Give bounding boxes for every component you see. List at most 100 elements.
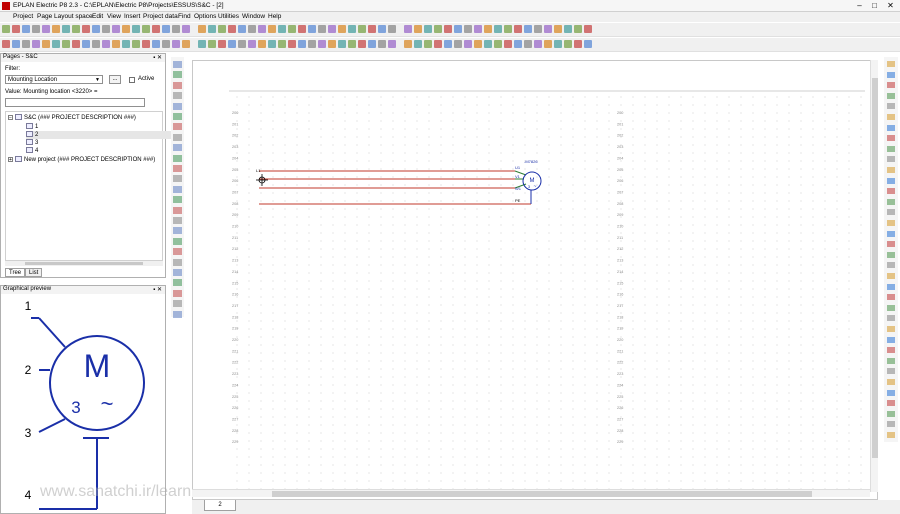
toolbar-tool-icon[interactable] [2, 25, 10, 33]
toolbar-tool-icon[interactable] [524, 40, 532, 48]
toolbar-tool-icon[interactable] [142, 40, 150, 48]
menu-utilities[interactable]: Utilities [218, 13, 239, 20]
toolbar-tool-icon[interactable] [574, 40, 582, 48]
toolbar-tool-icon[interactable] [173, 248, 182, 256]
collapse-icon[interactable]: − [8, 114, 13, 120]
toolbar-tool-icon[interactable] [454, 40, 462, 48]
toolbar-tool-icon[interactable] [444, 40, 452, 48]
tree-node-project[interactable]: + New project (### PROJECT DESCRIPTION ##… [8, 156, 155, 164]
toolbar-tool-icon[interactable] [182, 25, 190, 33]
toolbar-tool-icon[interactable] [238, 40, 246, 48]
maximize-button[interactable]: □ [867, 0, 882, 11]
toolbar-tool-icon[interactable] [887, 230, 895, 237]
toolbar-tool-icon[interactable] [887, 114, 895, 120]
toolbar-tool-icon[interactable] [198, 40, 206, 48]
toolbar-tool-icon[interactable] [887, 145, 895, 152]
toolbar-tool-icon[interactable] [887, 92, 895, 99]
toolbar-tool-icon[interactable] [414, 40, 422, 48]
toolbar-tool-icon[interactable] [173, 154, 182, 162]
toolbar-tool-icon[interactable] [173, 206, 182, 214]
toolbar-tool-icon[interactable] [22, 40, 30, 48]
toolbar-tool-icon[interactable] [474, 25, 482, 33]
toolbar-tool-icon[interactable] [378, 40, 386, 48]
toolbar-tool-icon[interactable] [318, 25, 326, 33]
toolbar-tool-icon[interactable] [887, 294, 895, 301]
filter-more-button[interactable]: ... [109, 75, 121, 84]
toolbar-tool-icon[interactable] [308, 25, 316, 33]
toolbar-tool-icon[interactable] [887, 167, 895, 173]
toolbar-tool-icon[interactable] [102, 40, 110, 48]
toolbar-tool-icon[interactable] [228, 25, 236, 33]
toolbar-tool-icon[interactable] [887, 135, 895, 142]
toolbar-tool-icon[interactable] [173, 196, 182, 204]
close-button[interactable]: ✕ [883, 0, 898, 11]
toolbar-tool-icon[interactable] [173, 81, 182, 89]
toolbar-tool-icon[interactable] [162, 40, 170, 48]
toolbar-tool-icon[interactable] [887, 156, 895, 163]
toolbar-tool-icon[interactable] [887, 251, 895, 258]
toolbar-tool-icon[interactable] [434, 25, 442, 33]
toolbar-tool-icon[interactable] [464, 40, 472, 48]
menu-help[interactable]: Help [268, 13, 281, 20]
panel-pin-close-icons[interactable]: ▪ ✕ [153, 286, 162, 293]
toolbar-tool-icon[interactable] [887, 326, 895, 332]
panel-pin-close-icons[interactable]: ▪ ✕ [153, 54, 162, 61]
menu-edit[interactable]: Edit [92, 13, 103, 20]
toolbar-tool-icon[interactable] [434, 40, 442, 48]
toolbar-tool-icon[interactable] [2, 40, 10, 48]
toolbar-tool-icon[interactable] [584, 25, 592, 33]
toolbar-tool-icon[interactable] [348, 25, 356, 33]
toolbar-tool-icon[interactable] [494, 25, 502, 33]
toolbar-tool-icon[interactable] [278, 40, 286, 48]
toolbar-tool-icon[interactable] [208, 25, 216, 33]
toolbar-tool-icon[interactable] [534, 25, 542, 33]
toolbar-tool-icon[interactable] [298, 25, 306, 33]
toolbar-tool-icon[interactable] [92, 25, 100, 33]
toolbar-tool-icon[interactable] [404, 25, 412, 33]
toolbar-tool-icon[interactable] [887, 209, 895, 216]
toolbar-tool-icon[interactable] [887, 304, 895, 311]
canvas-vertical-scrollbar[interactable] [870, 60, 878, 492]
schematic-canvas[interactable]: 200 201 202 203 204 205 206 207 208 209 210 211 212 2… [192, 60, 878, 500]
menu-page[interactable]: Page [37, 13, 52, 20]
toolbar-tool-icon[interactable] [887, 315, 895, 322]
tab-tree[interactable]: Tree [5, 268, 26, 277]
toolbar-tool-icon[interactable] [173, 217, 182, 224]
toolbar-tool-icon[interactable] [887, 389, 895, 396]
toolbar-tool-icon[interactable] [887, 198, 895, 205]
canvas-horizontal-scrollbar[interactable] [192, 489, 870, 497]
toolbar-tool-icon[interactable] [564, 25, 572, 33]
page-tab-2[interactable]: 2 [204, 500, 236, 511]
toolbar-tool-icon[interactable] [92, 40, 100, 48]
menu-layout-space[interactable]: Layout space [54, 13, 93, 20]
scroll-thumb[interactable] [25, 262, 143, 265]
toolbar-tool-icon[interactable] [173, 92, 182, 100]
toolbar-tool-icon[interactable] [308, 40, 316, 48]
toolbar-tool-icon[interactable] [444, 25, 452, 33]
toolbar-tool-icon[interactable] [22, 25, 30, 33]
toolbar-tool-icon[interactable] [122, 40, 130, 48]
toolbar-tool-icon[interactable] [887, 241, 895, 248]
toolbar-tool-icon[interactable] [338, 40, 346, 48]
tree-node-page[interactable]: 4 [26, 147, 38, 155]
menu-project[interactable]: Project [13, 13, 33, 20]
toolbar-tool-icon[interactable] [173, 227, 182, 235]
toolbar-tool-icon[interactable] [887, 103, 895, 110]
toolbar-tool-icon[interactable] [368, 25, 376, 33]
toolbar-tool-icon[interactable] [268, 25, 276, 33]
toolbar-tool-icon[interactable] [544, 40, 552, 48]
toolbar-tool-icon[interactable] [152, 25, 160, 33]
toolbar-tool-icon[interactable] [887, 379, 895, 385]
toolbar-tool-icon[interactable] [173, 113, 182, 120]
toolbar-tool-icon[interactable] [887, 421, 895, 428]
toolbar-tool-icon[interactable] [454, 25, 462, 33]
filter-dropdown[interactable]: Mounting Location ▼ [5, 75, 103, 84]
toolbar-tool-icon[interactable] [172, 25, 180, 33]
toolbar-tool-icon[interactable] [62, 40, 70, 48]
toolbar-tool-icon[interactable] [218, 40, 226, 48]
toolbar-tool-icon[interactable] [42, 40, 50, 48]
toolbar-tool-icon[interactable] [268, 40, 276, 48]
toolbar-tool-icon[interactable] [248, 25, 256, 33]
toolbar-tool-icon[interactable] [348, 40, 356, 48]
toolbar-tool-icon[interactable] [132, 40, 140, 48]
